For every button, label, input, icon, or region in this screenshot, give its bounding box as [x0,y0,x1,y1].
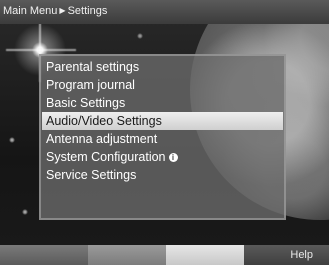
menu-item-label: Parental settings [46,60,140,74]
color-key-bar: Help [0,245,329,265]
menu-item-label: Audio/Video Settings [46,114,162,128]
menu-item-service-settings[interactable]: Service Settings [39,166,286,184]
breadcrumb-current: Settings [67,5,108,17]
red-key-button[interactable] [0,245,88,265]
help-label: Help [290,249,313,261]
star-flare [6,49,76,51]
menu-item-audio-video-settings[interactable]: Audio/Video Settings [42,112,283,130]
breadcrumb-arrow-icon: ▶ [59,6,66,15]
breadcrumb-root[interactable]: Main Menu [3,5,57,17]
info-icon: i [168,153,178,163]
menu-item-system-configuration[interactable]: System Configuration i [39,148,286,166]
menu-item-label: Program journal [46,78,135,92]
help-key-button[interactable]: Help [244,245,329,265]
menu-item-label: System Configuration [46,150,166,164]
breadcrumb: Main Menu ▶ Settings [3,5,107,17]
green-key-button[interactable] [88,245,166,265]
menu-item-label: Basic Settings [46,96,126,110]
menu-item-basic-settings[interactable]: Basic Settings [39,94,286,112]
menu-item-parental-settings[interactable]: Parental settings [39,58,286,76]
yellow-key-button[interactable] [166,245,244,265]
menu-item-label: Service Settings [46,168,137,182]
settings-menu: Parental settings Program journal Basic … [39,58,286,184]
settings-menu-panel: Parental settings Program journal Basic … [39,54,286,220]
menu-item-antenna-adjustment[interactable]: Antenna adjustment [39,130,286,148]
title-bar: Main Menu ▶ Settings [0,0,329,24]
menu-item-label: Antenna adjustment [46,132,158,146]
tv-screen: Main Menu ▶ Settings Parental settings Pro… [0,0,329,265]
menu-item-program-journal[interactable]: Program journal [39,76,286,94]
